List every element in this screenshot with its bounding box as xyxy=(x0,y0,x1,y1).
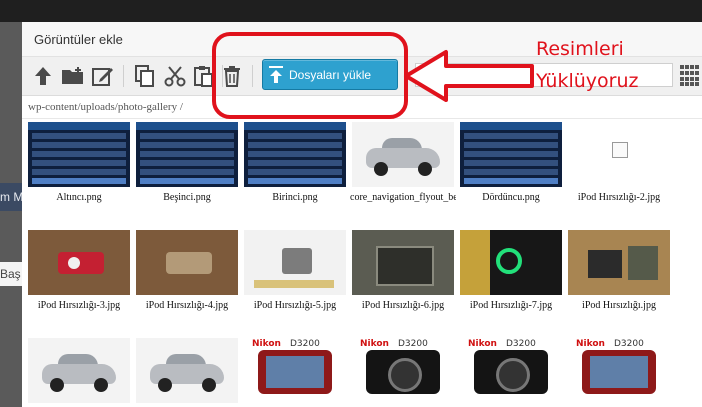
arrow-up-icon[interactable] xyxy=(30,62,56,90)
file-thumbnail[interactable]: Nikon D3200 xyxy=(244,338,346,403)
edit-icon[interactable] xyxy=(90,62,116,90)
red-arrow-annotation xyxy=(404,50,534,102)
file-name: core_navigation_flyout_benz-gle-class xyxy=(350,192,456,203)
broken-image-icon xyxy=(612,142,628,158)
file-name: iPod Hırsızlığı.jpg xyxy=(582,300,656,311)
annotation-line-2: Yüklüyoruz xyxy=(536,70,639,92)
file-name: Beşinci.png xyxy=(163,192,211,203)
file-thumbnail[interactable] xyxy=(568,230,670,295)
file-thumbnail[interactable] xyxy=(136,338,238,403)
file-thumbnail[interactable] xyxy=(352,230,454,295)
file-name: iPod Hırsızlığı-7.jpg xyxy=(469,300,553,311)
file-thumbnail[interactable] xyxy=(460,230,562,295)
new-folder-icon[interactable] xyxy=(60,62,86,90)
file-name: Dördüncu.png xyxy=(482,192,540,203)
cut-icon[interactable] xyxy=(162,62,188,90)
file-thumbnail[interactable] xyxy=(28,230,130,295)
annotation-line-1: Resimleri xyxy=(536,38,624,60)
file-thumbnail[interactable] xyxy=(136,230,238,295)
file-thumbnail[interactable] xyxy=(136,122,238,187)
file-thumbnail[interactable] xyxy=(28,122,130,187)
file-thumbnail[interactable]: Nikon D3200 xyxy=(460,338,562,403)
file-thumbnail[interactable] xyxy=(28,338,130,403)
background-page xyxy=(0,22,22,407)
file-name: iPod Hırsızlığı-5.jpg xyxy=(253,300,337,311)
file-thumbnail[interactable] xyxy=(244,122,346,187)
background-menu-item: m Me xyxy=(0,183,22,211)
file-thumbnail[interactable] xyxy=(460,122,562,187)
file-thumbnail[interactable] xyxy=(244,230,346,295)
file-name: iPod Hırsızlığı-2.jpg xyxy=(577,192,661,203)
file-thumbnail[interactable] xyxy=(352,122,454,187)
file-name: Birinci.png xyxy=(272,192,318,203)
file-name: iPod Hırsızlığı-3.jpg xyxy=(37,300,121,311)
file-name: iPod Hırsızlığı-6.jpg xyxy=(361,300,445,311)
file-thumbnail[interactable]: Nikon D3200 xyxy=(352,338,454,403)
file-name: Altıncı.png xyxy=(56,192,102,203)
file-thumbnail[interactable]: Nikon D3200 xyxy=(568,338,670,403)
grid-view-icon[interactable] xyxy=(680,65,702,87)
copy-icon[interactable] xyxy=(132,62,158,90)
highlight-annotation xyxy=(212,32,408,119)
file-thumbnail[interactable] xyxy=(568,122,670,187)
background-heading: Baş xyxy=(0,262,22,286)
admin-topbar xyxy=(0,0,702,22)
file-name: iPod Hırsızlığı-4.jpg xyxy=(145,300,229,311)
